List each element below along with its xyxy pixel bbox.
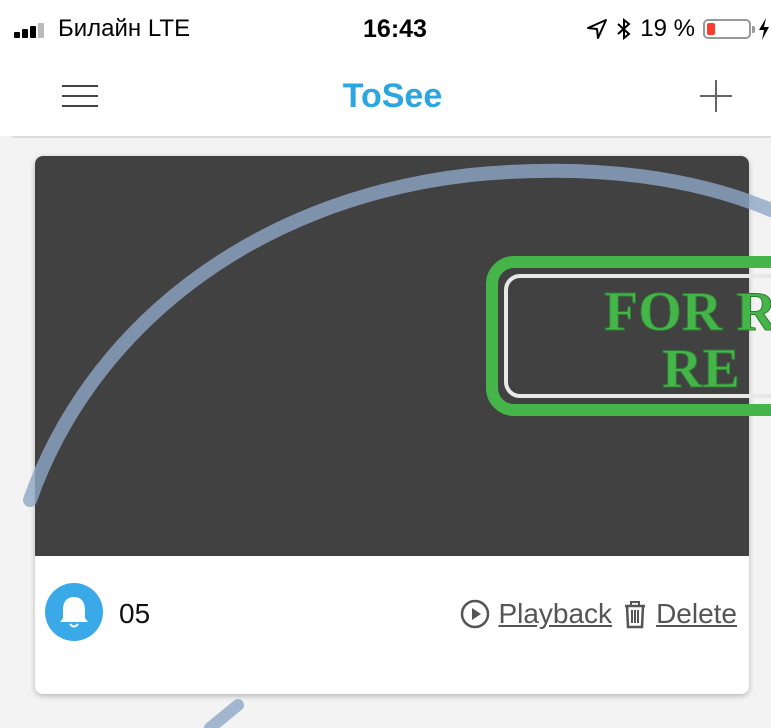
- status-bar: Билайн LTE 16:43 19 %: [0, 0, 771, 58]
- camera-preview[interactable]: [35, 156, 749, 556]
- playback-label: Playback: [498, 598, 613, 629]
- playback-button[interactable]: Playback: [460, 596, 612, 632]
- play-circle-icon: [460, 599, 490, 629]
- app-screen: Билайн LTE 16:43 19 % ToSee 05 Playback …: [0, 0, 771, 728]
- carrier-name: Билайн LTE: [58, 15, 191, 42]
- delete-label: Delete: [656, 598, 737, 629]
- battery-percent: 19 %: [640, 15, 695, 42]
- device-card-footer: 05 Playback Delete: [35, 556, 749, 694]
- nav-divider: [12, 136, 771, 138]
- device-card: 05 Playback Delete: [35, 156, 749, 694]
- charging-bolt-icon: [759, 18, 769, 40]
- bluetooth-icon: [616, 17, 632, 41]
- add-device-button[interactable]: [700, 80, 732, 112]
- battery-icon: [703, 19, 755, 39]
- location-arrow-icon: [586, 18, 608, 40]
- app-title: ToSee: [342, 77, 443, 115]
- trash-icon: [622, 599, 648, 629]
- bell-icon[interactable]: [45, 583, 103, 641]
- hamburger-menu-icon[interactable]: [62, 82, 98, 110]
- signal-strength-icon: [14, 22, 52, 38]
- status-right-group: 19 %: [586, 14, 771, 44]
- delete-button[interactable]: Delete: [622, 596, 737, 632]
- battery-level-fill: [707, 23, 715, 35]
- device-name: 05: [119, 598, 151, 629]
- status-time: 16:43: [363, 15, 427, 43]
- device-actions: Playback Delete: [460, 596, 737, 632]
